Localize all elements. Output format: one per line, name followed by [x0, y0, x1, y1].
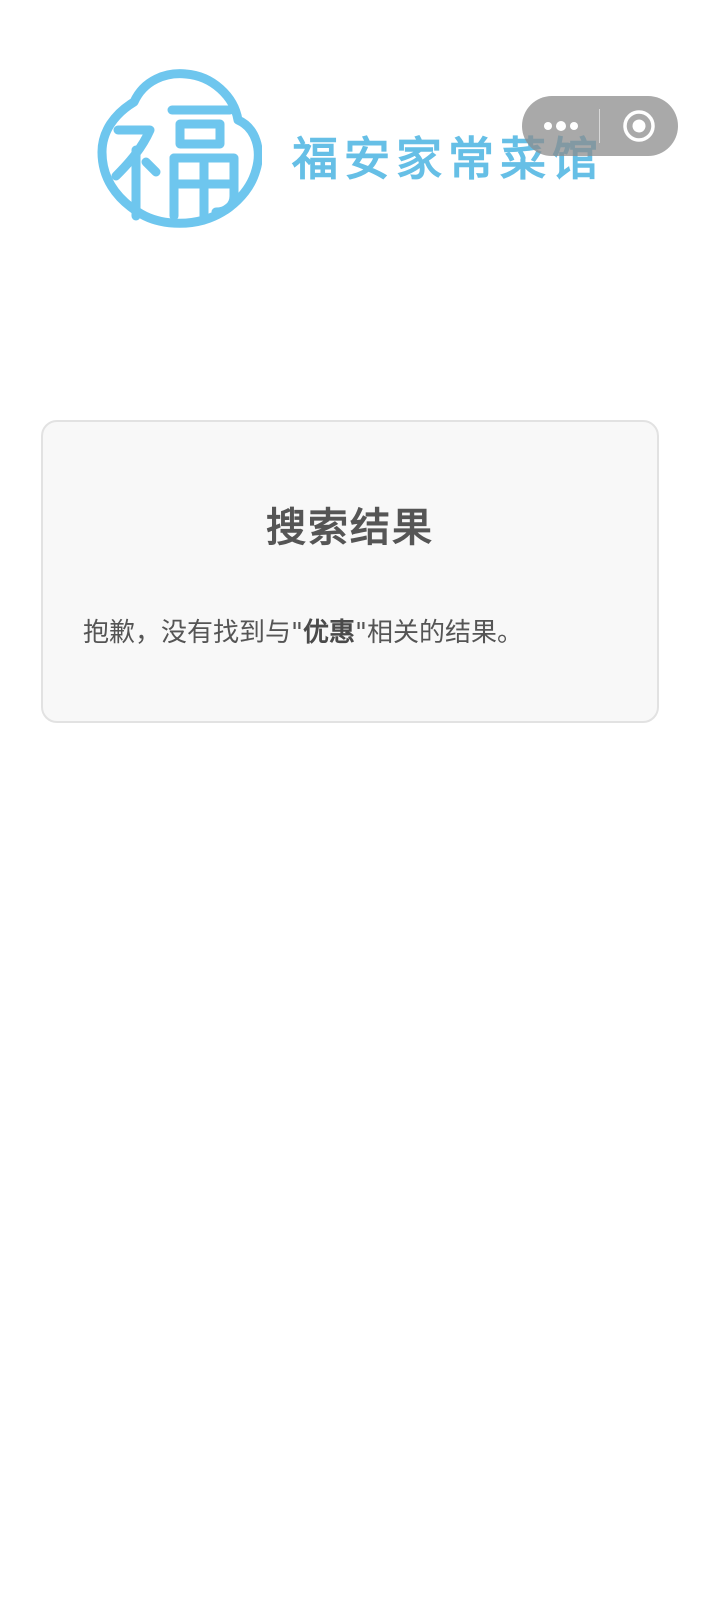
more-dots-icon	[543, 121, 578, 131]
more-button[interactable]	[522, 96, 599, 156]
miniprogram-capsule	[522, 96, 678, 156]
search-result-card: 搜索结果 抱歉，没有找到与"优惠"相关的结果。	[41, 420, 659, 723]
no-result-message: 抱歉，没有找到与"优惠"相关的结果。	[83, 618, 523, 649]
search-keyword: 优惠	[302, 618, 355, 648]
fu-character-logo-icon	[97, 69, 262, 228]
message-suffix: "相关的结果。	[354, 618, 523, 648]
message-prefix: 抱歉，没有找到与"	[83, 618, 303, 648]
close-miniprogram-button[interactable]	[600, 96, 677, 156]
target-circle-icon	[622, 110, 655, 142]
search-result-title: 搜索结果	[266, 505, 434, 551]
